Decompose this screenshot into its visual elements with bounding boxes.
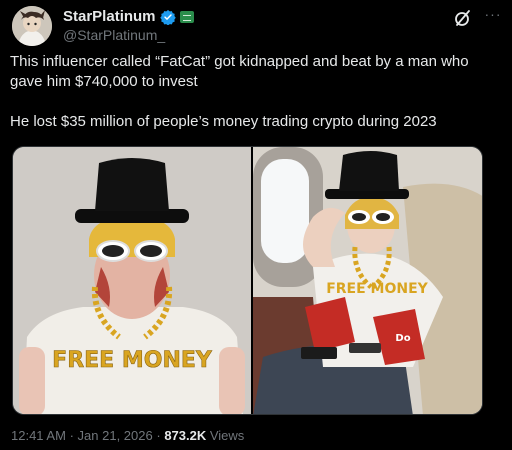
display-name[interactable]: StarPlatinum [63, 8, 156, 25]
bag-text: Do [395, 333, 410, 344]
tweet-time[interactable]: 12:41 AM [11, 428, 66, 443]
tweet-meta: 12:41 AM · Jan 21, 2026 · 873.2K Views [11, 428, 244, 443]
name-row: StarPlatinum [63, 8, 194, 25]
affiliate-badge-icon[interactable] [179, 10, 194, 23]
media-image-right[interactable]: FREE MONEY Do [253, 147, 482, 414]
tweet-text-line: He lost $35 million of people’s money tr… [10, 113, 437, 130]
tweet-text: This influencer called “FatCat” got kidn… [10, 52, 502, 132]
grok-icon[interactable] [453, 8, 473, 28]
tweet-header: StarPlatinum @StarPlatinum_ ··· [10, 6, 502, 46]
media-grid: FREE MONEY FREE MONEY Do [12, 146, 483, 415]
views-label: Views [209, 428, 245, 443]
tweet-text-line: This influencer called “FatCat” got kidn… [10, 53, 469, 90]
pendant-text: FREE MONEY [52, 348, 213, 373]
avatar-image [12, 6, 52, 46]
tweet-date[interactable]: Jan 21, 2026 [78, 428, 153, 443]
verified-badge-icon [159, 9, 176, 25]
author-handle[interactable]: @StarPlatinum_ [63, 27, 165, 43]
avatar[interactable] [12, 6, 52, 46]
more-options-icon[interactable]: ··· [482, 6, 504, 26]
views-count[interactable]: 873.2K [164, 428, 206, 443]
meta-separator: · [156, 428, 161, 443]
tweet: StarPlatinum @StarPlatinum_ ··· This inf… [0, 0, 512, 450]
media-image-left[interactable]: FREE MONEY [13, 147, 251, 414]
meta-separator: · [69, 428, 74, 443]
pendant-text: FREE MONEY [326, 281, 428, 297]
